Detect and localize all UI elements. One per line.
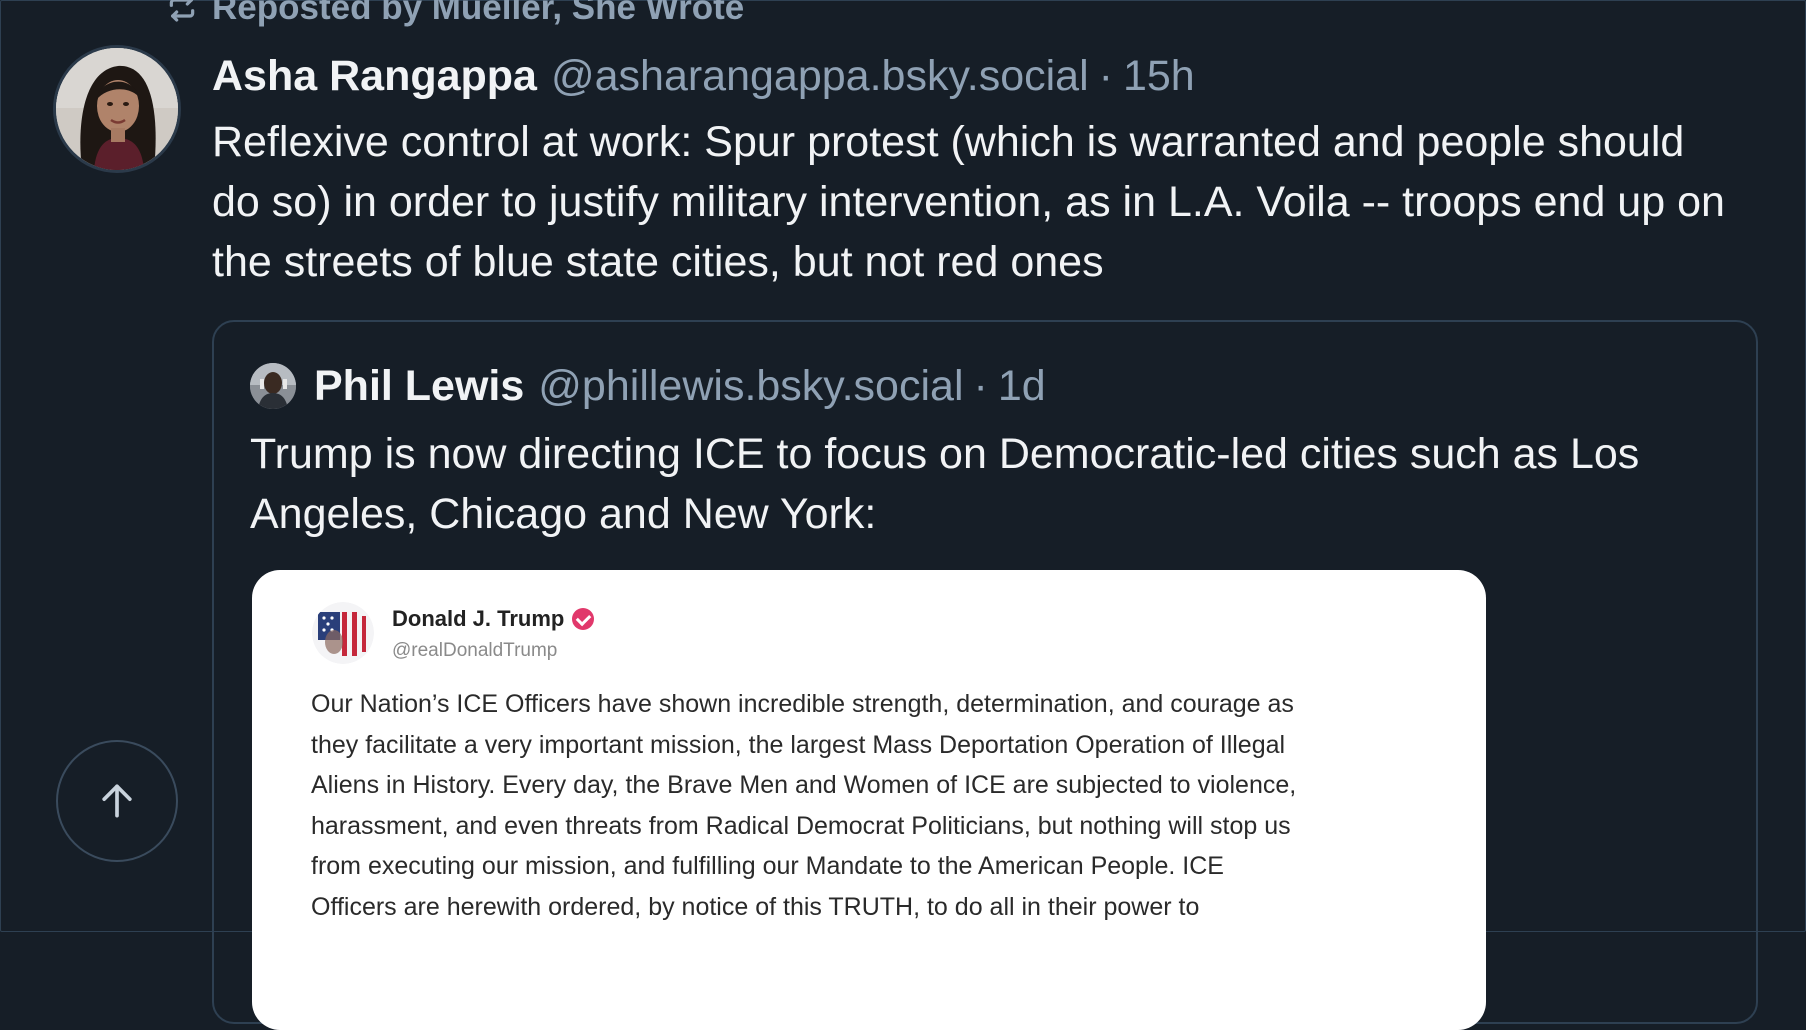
avatar-image [56,48,178,170]
quote-author-handle[interactable]: @phillewis.bsky.social [538,362,963,411]
arrow-up-icon [102,784,132,818]
post-timestamp[interactable]: 15h [1123,52,1195,101]
truth-avatar [312,602,374,664]
truth-line: they facilitate a very important mission… [311,730,1286,759]
truth-line: Officers are herewith ordered, by notice… [311,892,1200,921]
scroll-to-top-button[interactable] [56,740,178,862]
quote-avatar-image [250,363,296,409]
post-header: Asha Rangappa @asharangappa.bsky.social … [212,50,1195,102]
verified-badge-icon [572,608,595,630]
truth-line: from executing our mission, and fulfilli… [311,852,1224,880]
author-name[interactable]: Asha Rangappa [212,52,537,101]
quote-text: Trump is now directing ICE to focus on D… [250,430,1640,538]
truth-line: Our Nation’s ICE Officers have shown inc… [311,690,1294,718]
quote-timestamp[interactable]: 1d [998,362,1046,411]
quote-header: Phil Lewis @phillewis.bsky.social · 1d [250,360,1046,412]
truth-handle: @realDonaldTrump [392,640,558,661]
quote-avatar[interactable] [250,363,296,409]
flag-avatar-image [312,602,374,664]
repost-text: Reposted by Mueller, She Wrote [212,0,745,27]
separator-dot: · [1098,51,1113,100]
author-handle[interactable]: @asharangappa.bsky.social [551,52,1089,101]
truth-line: harassment, and even threats from Radica… [311,811,1291,840]
embedded-screenshot[interactable]: Donald J. Trump @realDonaldTrump Our Nat… [252,570,1486,1030]
truth-line: Aliens in History. Every day, the Brave … [311,771,1297,799]
truth-text: Our Nation’s ICE Officers have shown inc… [311,684,1451,927]
quote-author-name[interactable]: Phil Lewis [314,362,524,411]
truth-author-name: Donald J. Trump [392,606,565,631]
quoted-post-card[interactable]: Phil Lewis @phillewis.bsky.social · 1d T… [212,320,1758,1030]
post-text: Reflexive control at work: Spur protest … [212,118,1725,286]
quote-separator-dot: · [973,361,988,410]
repost-icon [169,0,195,22]
truth-author: Donald J. Trump [392,606,595,632]
repost-indicator[interactable]: Reposted by Mueller, She Wrote [166,0,744,30]
avatar[interactable] [56,48,178,170]
